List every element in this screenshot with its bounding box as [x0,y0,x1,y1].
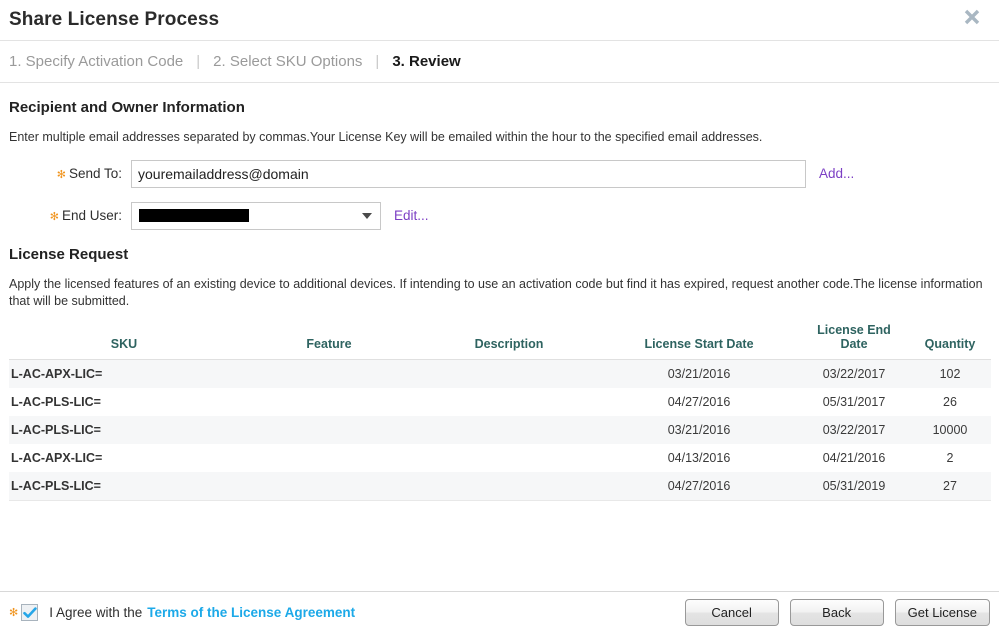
chevron-down-icon [362,212,372,219]
cell-quantity: 27 [943,479,957,494]
cell-description [419,444,599,472]
terms-of-license-agreement-link[interactable]: Terms of the License Agreement [147,605,355,620]
cell-quantity: 10000 [932,423,968,438]
cell-end-date: 05/31/2019 [822,479,886,494]
column-header-quantity[interactable]: Quantity [909,320,991,361]
table-row[interactable]: L-AC-PLS-LIC= 04/27/2016 05/31/2017 26 [9,388,991,417]
edit-end-user-link[interactable]: Edit... [394,208,429,223]
cell-sku: L-AC-PLS-LIC= [11,479,101,494]
end-user-redacted-value [139,209,249,223]
cell-feature [239,472,419,501]
footer-button-group: Cancel Back Get License [684,599,990,626]
recipient-section-description: Enter multiple email addresses separated… [9,130,763,144]
table-row[interactable]: L-AC-APX-LIC= 04/13/2016 04/21/2016 2 [9,444,991,473]
check-icon [22,606,37,619]
wizard-stepper: 1. Specify Activation Code | 2. Select S… [0,41,999,83]
column-header-description[interactable]: Description [419,320,599,361]
cell-description [419,360,599,389]
cell-feature [239,444,419,472]
dialog-footer: ✻ I Agree with the Terms of the License … [0,591,999,633]
dialog-title-bar: Share License Process [0,0,999,41]
cell-description [419,416,599,444]
end-user-label: ✻ End User: [9,208,131,223]
cell-quantity: 2 [946,451,954,466]
cell-end-date: 03/22/2017 [822,367,886,382]
cell-description [419,388,599,416]
page-title: Share License Process [9,9,220,30]
cell-feature [239,360,419,389]
close-icon [961,6,983,28]
send-to-row: ✻Send To: Add... [9,159,990,188]
cell-start-date: 03/21/2016 [667,423,731,438]
end-user-select[interactable] [131,201,381,230]
end-user-row: ✻ End User: Edit... [9,201,990,230]
cell-sku: L-AC-PLS-LIC= [11,395,101,410]
column-header-feature[interactable]: Feature [239,320,419,361]
cell-end-date: 03/22/2017 [822,423,886,438]
recipient-section-heading: Recipient and Owner Information [9,99,245,116]
required-marker-icon: ✻ [9,607,19,619]
cell-start-date: 04/27/2016 [667,395,731,410]
step-review[interactable]: 3. Review [392,53,460,70]
step-specify-activation-code[interactable]: 1. Specify Activation Code [9,53,183,70]
table-row[interactable]: L-AC-PLS-LIC= 04/27/2016 05/31/2019 27 [9,472,991,501]
cell-description [419,472,599,501]
column-header-license-end-date[interactable]: License End Date [799,320,909,361]
send-to-label: ✻ Send To: [9,166,131,181]
required-marker-icon: ✻ [49,211,59,224]
agree-checkbox[interactable] [21,604,39,621]
step-separator: | [196,53,201,70]
send-to-label-text: Send To: [68,166,122,182]
column-header-sku[interactable]: SKU [9,320,239,361]
back-button[interactable]: Back [789,599,884,626]
cell-end-date: 04/21/2016 [822,451,886,466]
end-user-label-text: End User: [61,208,122,224]
required-marker-icon: ✻ [56,169,66,182]
table-header-row: SKU Feature Description License Start Da… [9,320,991,361]
step-separator: | [375,53,380,70]
cell-start-date: 03/21/2016 [667,367,731,382]
dialog-body: Recipient and Owner Information Enter mu… [0,99,999,501]
cell-sku: L-AC-APX-LIC= [11,451,103,466]
cell-start-date: 04/13/2016 [667,451,731,466]
close-button[interactable] [957,2,987,32]
table-row[interactable]: L-AC-APX-LIC= 03/21/2016 03/22/2017 102 [9,359,991,389]
license-request-table-body: L-AC-APX-LIC= 03/21/2016 03/22/2017 102 … [9,359,991,501]
cell-feature [239,388,419,416]
license-request-description: Apply the licensed features of an existi… [9,276,983,308]
cell-end-date: 05/31/2017 [822,395,886,410]
cell-sku: L-AC-PLS-LIC= [11,423,101,438]
step-select-sku-options[interactable]: 2. Select SKU Options [213,53,362,70]
agree-label: I Agree with the [49,605,143,620]
cell-sku: L-AC-APX-LIC= [11,367,103,382]
table-row[interactable]: L-AC-PLS-LIC= 03/21/2016 03/22/2017 1000… [9,416,991,445]
cancel-button[interactable]: Cancel [684,599,779,626]
add-recipient-link[interactable]: Add... [819,166,854,181]
agree-block: ✻ I Agree with the Terms of the License … [9,604,685,621]
column-header-license-start-date[interactable]: License Start Date [599,320,799,361]
cell-quantity: 102 [939,367,961,382]
cell-feature [239,416,419,444]
license-request-table: SKU Feature Description License Start Da… [9,320,991,502]
get-license-button[interactable]: Get License [894,599,990,626]
cell-quantity: 26 [943,395,957,410]
license-request-heading: License Request [9,245,129,263]
send-to-input[interactable] [131,159,806,188]
cell-start-date: 04/27/2016 [667,479,731,494]
